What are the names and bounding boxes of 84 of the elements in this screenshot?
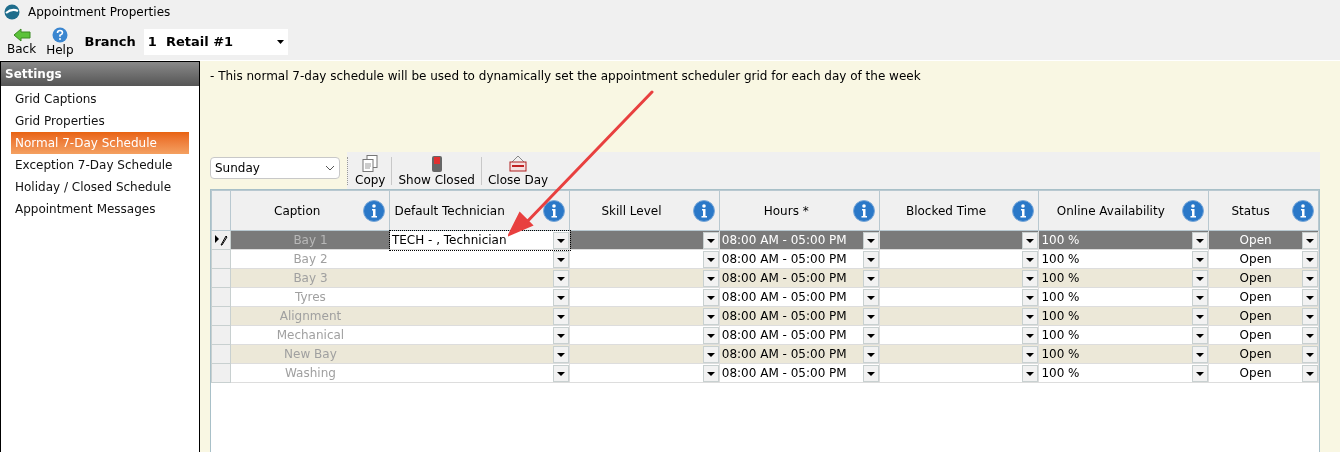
- dropdown-button-icon[interactable]: [862, 250, 879, 268]
- help-button[interactable]: Help: [43, 27, 77, 57]
- info-icon[interactable]: [1182, 199, 1205, 222]
- dropdown-button-icon[interactable]: [702, 288, 719, 306]
- dropdown-button-icon[interactable]: [1192, 345, 1209, 363]
- dropdown-button-icon[interactable]: [702, 231, 719, 249]
- dropdown-button-icon[interactable]: [1302, 345, 1318, 363]
- help-icon: [51, 27, 68, 43]
- toolbar-button[interactable]: Show Closed: [394, 154, 479, 187]
- sidebar-item[interactable]: Grid Captions: [11, 88, 189, 110]
- copy-icon: [362, 154, 379, 173]
- info-icon[interactable]: [1292, 199, 1314, 222]
- dropdown-button-icon[interactable]: [702, 250, 719, 268]
- dropdown-button-icon[interactable]: [1192, 250, 1209, 268]
- dropdown-button-icon[interactable]: [1192, 231, 1209, 249]
- dropdown-button-icon[interactable]: [862, 364, 879, 382]
- chevron-down-icon: [325, 165, 335, 171]
- table-cell[interactable]: 100 %: [1039, 288, 1193, 306]
- info-icon[interactable]: [363, 199, 386, 222]
- sidebar-item[interactable]: Exception 7-Day Schedule: [11, 154, 189, 176]
- dropdown-button-icon[interactable]: [553, 307, 570, 325]
- branch-select[interactable]: 1 Retail #1: [143, 29, 288, 55]
- switch-icon: [430, 154, 443, 173]
- info-icon[interactable]: [852, 199, 875, 222]
- dropdown-button-icon[interactable]: [862, 307, 879, 325]
- dropdown-button-icon[interactable]: [553, 288, 570, 306]
- open-sign-icon: [509, 154, 528, 173]
- dropdown-button-icon[interactable]: [702, 364, 719, 382]
- back-arrow-icon: [12, 28, 31, 42]
- dropdown-button-icon[interactable]: [1302, 364, 1318, 382]
- dropdown-button-icon[interactable]: [702, 307, 719, 325]
- dropdown-button-icon[interactable]: [862, 345, 879, 363]
- dropdown-button-icon[interactable]: [1022, 288, 1039, 306]
- table-cell[interactable]: 100 %: [1039, 250, 1193, 268]
- toolbar-button[interactable]: Close Day: [483, 154, 553, 187]
- dropdown-button-icon[interactable]: [1302, 250, 1318, 268]
- dropdown-button-icon[interactable]: [1022, 250, 1039, 268]
- dropdown-button-icon[interactable]: [1192, 364, 1209, 382]
- window-title: Appointment Properties: [28, 4, 171, 21]
- table-cell[interactable]: 100 %: [1039, 364, 1193, 382]
- dropdown-button-icon[interactable]: [702, 345, 719, 363]
- info-icon[interactable]: [1012, 199, 1035, 222]
- dropdown-button-icon[interactable]: [1192, 307, 1209, 325]
- day-select[interactable]: Sunday: [210, 157, 340, 179]
- dropdown-button-icon[interactable]: [1022, 231, 1039, 249]
- dropdown-icon: [276, 40, 284, 44]
- app-logo-icon: [4, 4, 20, 20]
- dropdown-button-icon[interactable]: [1192, 269, 1209, 287]
- sidebar-item[interactable]: Grid Properties: [11, 110, 189, 132]
- dropdown-button-icon[interactable]: [1192, 326, 1209, 344]
- dropdown-button-icon[interactable]: [702, 326, 719, 344]
- dropdown-button-icon[interactable]: [702, 269, 719, 287]
- dropdown-button-icon[interactable]: [553, 364, 570, 382]
- table-cell[interactable]: 100 %: [1039, 326, 1193, 344]
- dropdown-button-icon[interactable]: [862, 231, 879, 249]
- dropdown-button-icon[interactable]: [1022, 307, 1039, 325]
- dropdown-button-icon[interactable]: [1302, 231, 1318, 249]
- dropdown-button-icon[interactable]: [862, 326, 879, 344]
- dropdown-button-icon[interactable]: [1022, 269, 1039, 287]
- sidebar-item[interactable]: Holiday / Closed Schedule: [11, 176, 189, 198]
- dropdown-button-icon[interactable]: [1022, 326, 1039, 344]
- branch-label: Branch: [84, 33, 136, 52]
- info-icon[interactable]: [543, 199, 566, 222]
- sidebar-header: Settings: [1, 62, 199, 86]
- description-text: - This normal 7-day schedule will be used to dynamically set the appointment scheduler grid for each day of the week: [210, 68, 922, 85]
- sidebar-item[interactable]: Appointment Messages: [11, 198, 189, 220]
- dropdown-button-icon[interactable]: [553, 269, 570, 287]
- dropdown-button-icon[interactable]: [1192, 288, 1209, 306]
- dropdown-button-icon[interactable]: [1302, 269, 1318, 287]
- back-button[interactable]: Back: [4, 28, 40, 56]
- dropdown-button-icon[interactable]: [1302, 307, 1318, 325]
- dropdown-button-icon[interactable]: [1302, 326, 1318, 344]
- info-icon[interactable]: [692, 199, 715, 222]
- dropdown-button-icon[interactable]: [1022, 364, 1039, 382]
- dropdown-button-icon[interactable]: [1022, 345, 1039, 363]
- toolbar-button[interactable]: Copy: [351, 154, 390, 187]
- dropdown-button-icon[interactable]: [553, 326, 570, 344]
- dropdown-button-icon[interactable]: [553, 250, 570, 268]
- dropdown-button-icon[interactable]: [553, 345, 570, 363]
- dropdown-button-icon[interactable]: [553, 231, 570, 249]
- dropdown-button-icon[interactable]: [1302, 288, 1318, 306]
- dropdown-button-icon[interactable]: [862, 269, 879, 287]
- edit-pencil-icon: [214, 234, 228, 246]
- dropdown-button-icon[interactable]: [862, 288, 879, 306]
